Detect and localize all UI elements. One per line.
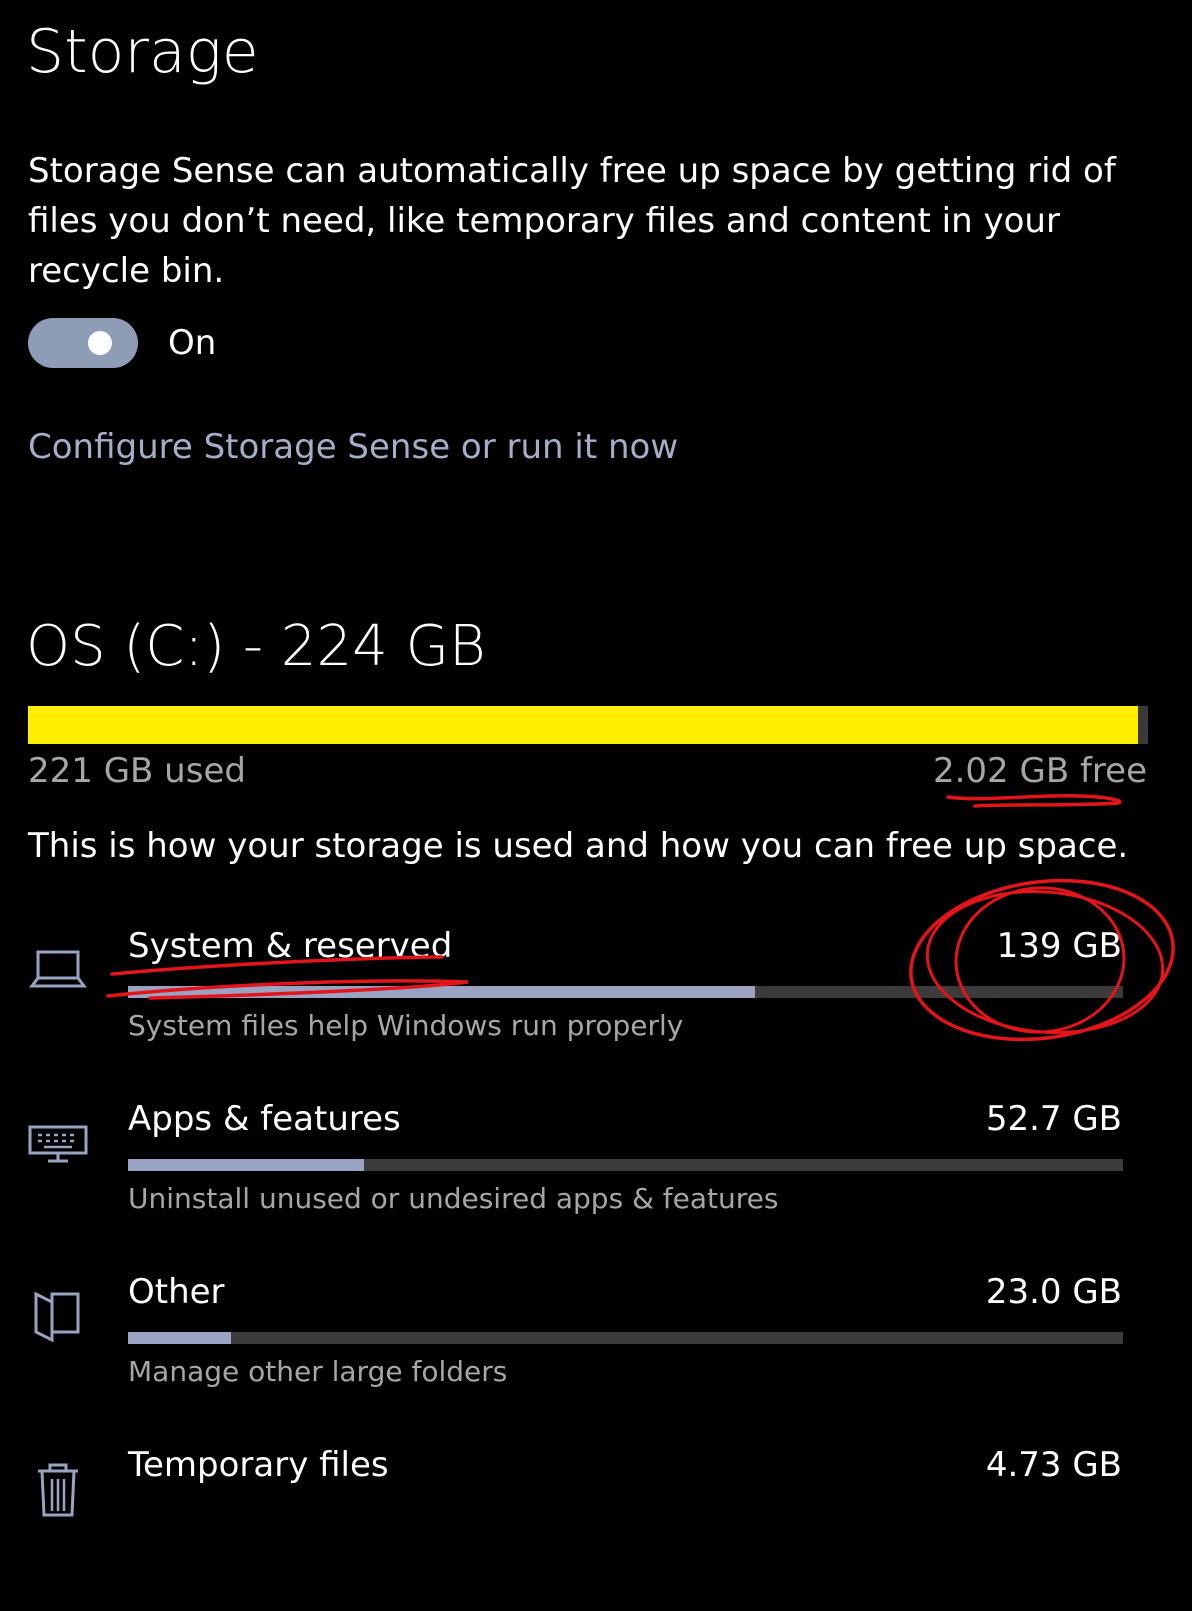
category-subtitle: Manage other large folders — [128, 1355, 508, 1388]
storage-sense-toggle-row: On — [28, 318, 216, 368]
category-size: 23.0 GB — [985, 1272, 1122, 1312]
category-system-reserved[interactable]: System & reserved 139 GB System files he… — [0, 922, 1192, 1092]
category-name: Apps & features — [128, 1099, 401, 1139]
category-subtitle: System files help Windows run properly — [128, 1009, 684, 1042]
category-usage-bar — [128, 986, 1123, 998]
toggle-state-label: On — [168, 323, 217, 363]
category-size: 52.7 GB — [985, 1099, 1122, 1139]
page-title: Storage — [26, 17, 259, 87]
drive-free-label: 2.02 GB free — [932, 751, 1147, 791]
drive-usage-bar — [28, 706, 1148, 744]
category-usage-bar — [128, 1332, 1123, 1344]
category-size: 4.73 GB — [985, 1445, 1122, 1485]
drive-usage-fill — [28, 706, 1138, 744]
category-temporary-files[interactable]: Temporary files 4.73 GB — [0, 1441, 1192, 1611]
drive-title: OS (C:) - 224 GB — [26, 614, 486, 679]
toggle-knob — [88, 331, 112, 355]
drive-used-label: 221 GB used — [28, 751, 246, 791]
category-name: Temporary files — [128, 1445, 389, 1485]
configure-storage-sense-link[interactable]: Configure Storage Sense or run it now — [28, 422, 678, 472]
category-usage-fill — [128, 1332, 232, 1344]
category-other[interactable]: Other 23.0 GB Manage other large folders — [0, 1268, 1192, 1438]
category-usage-bar — [128, 1159, 1123, 1171]
category-usage-fill — [128, 1159, 364, 1171]
category-name: Other — [128, 1272, 225, 1312]
category-apps-features[interactable]: Apps & features 52.7 GB Uninstall unused… — [0, 1095, 1192, 1265]
category-size: 139 GB — [996, 926, 1122, 966]
storage-sense-description: Storage Sense can automatically free up … — [28, 151, 1116, 291]
folder-icon — [34, 1291, 80, 1343]
storage-sense-toggle[interactable] — [28, 318, 138, 368]
trash-icon — [38, 1463, 78, 1517]
laptop-icon — [29, 950, 87, 988]
keyboard-monitor-icon — [28, 1125, 88, 1163]
category-usage-fill — [128, 986, 755, 998]
category-name: System & reserved — [128, 926, 453, 966]
storage-intro-text: This is how your storage is used and how… — [28, 826, 1129, 866]
free-space-underline — [946, 793, 1122, 808]
category-subtitle: Uninstall unused or undesired apps & fea… — [128, 1182, 779, 1215]
